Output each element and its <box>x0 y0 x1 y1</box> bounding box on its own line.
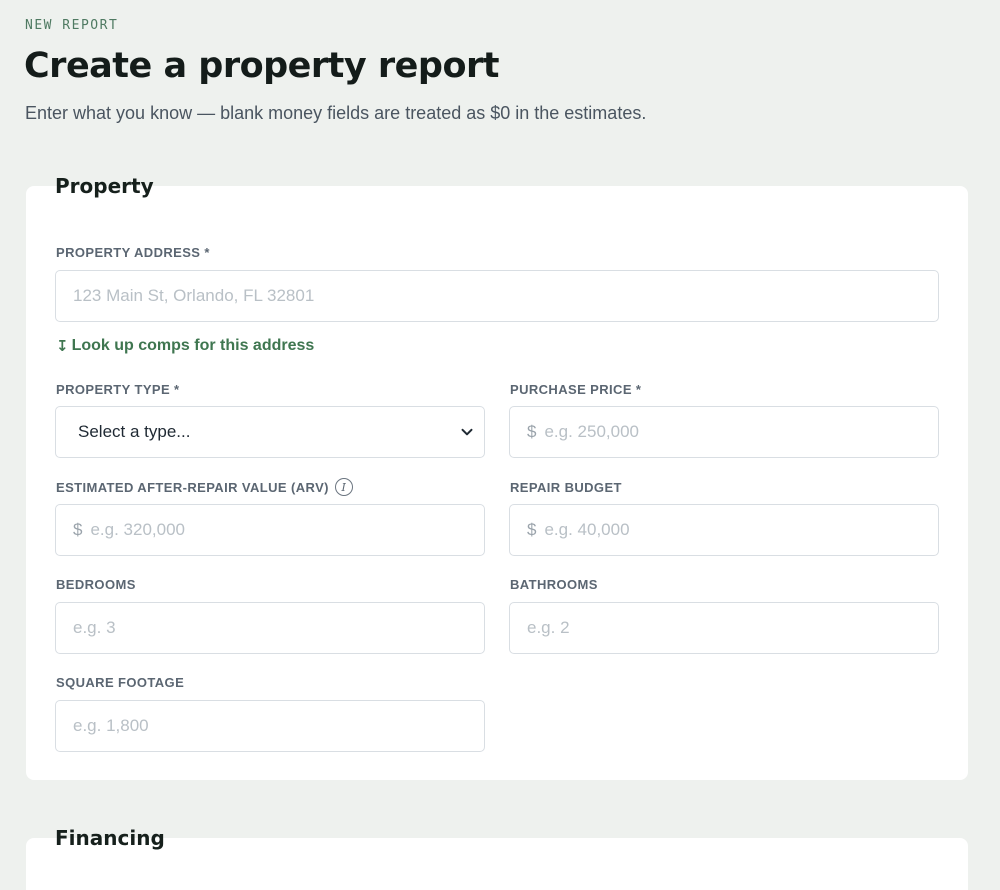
bathrooms-label: BATHROOMS <box>510 577 598 592</box>
financing-section-card <box>26 838 968 890</box>
bedrooms-label: BEDROOMS <box>56 577 136 592</box>
property-address-input[interactable] <box>73 286 921 306</box>
purchase-price-field[interactable]: $ <box>509 406 939 458</box>
currency-symbol: $ <box>527 422 537 441</box>
property-section-title: Property <box>55 174 154 198</box>
property-address-label-text: PROPERTY ADDRESS * <box>56 245 210 260</box>
property-address-field[interactable] <box>55 270 939 322</box>
property-type-label-text: PROPERTY TYPE * <box>56 382 180 397</box>
repair-budget-label: REPAIR BUDGET <box>510 480 622 495</box>
purchase-price-label: PURCHASE PRICE * <box>510 382 641 397</box>
chevron-down-icon <box>461 428 473 436</box>
create-report-page: NEW REPORT Create a property report Ente… <box>0 0 1000 890</box>
repair-budget-input[interactable] <box>544 520 921 540</box>
eyebrow-label: NEW REPORT <box>25 18 119 33</box>
bedrooms-label-text: BEDROOMS <box>56 577 136 592</box>
arv-label-text: ESTIMATED AFTER-REPAIR VALUE (ARV) <box>56 479 329 495</box>
bedrooms-field[interactable] <box>55 602 485 654</box>
page-title: Create a property report <box>24 46 500 86</box>
repair-budget-label-text: REPAIR BUDGET <box>510 480 622 495</box>
arv-label: ESTIMATED AFTER-REPAIR VALUE (ARV) i <box>56 478 353 496</box>
property-address-label: PROPERTY ADDRESS * <box>56 245 210 260</box>
square-footage-label: SQUARE FOOTAGE <box>56 675 184 690</box>
bathrooms-input[interactable] <box>527 618 921 638</box>
repair-budget-field[interactable]: $ <box>509 504 939 556</box>
purchase-price-input[interactable] <box>544 422 921 442</box>
bathrooms-label-text: BATHROOMS <box>510 577 598 592</box>
currency-symbol: $ <box>527 520 537 539</box>
arrow-down-icon: ↧ <box>56 338 69 355</box>
page-subtitle: Enter what you know — blank money fields… <box>25 103 647 123</box>
square-footage-input[interactable] <box>73 716 467 736</box>
property-type-select[interactable]: Select a type... <box>55 406 485 458</box>
property-type-label: PROPERTY TYPE * <box>56 382 180 397</box>
square-footage-label-text: SQUARE FOOTAGE <box>56 675 185 690</box>
lookup-comps-link[interactable]: ↧ Look up comps for this address <box>56 337 314 355</box>
info-icon[interactable]: i <box>334 478 353 496</box>
financing-section-title: Financing <box>55 826 165 850</box>
property-type-selected-value: Select a type... <box>78 422 191 441</box>
bathrooms-field[interactable] <box>509 602 939 654</box>
currency-symbol: $ <box>73 520 83 539</box>
lookup-comps-label: Look up comps for this address <box>71 337 315 354</box>
purchase-price-label-text: PURCHASE PRICE * <box>510 382 642 397</box>
square-footage-field[interactable] <box>55 700 485 752</box>
bedrooms-input[interactable] <box>73 618 467 638</box>
arv-input[interactable] <box>90 520 467 540</box>
arv-field[interactable]: $ <box>55 504 485 556</box>
